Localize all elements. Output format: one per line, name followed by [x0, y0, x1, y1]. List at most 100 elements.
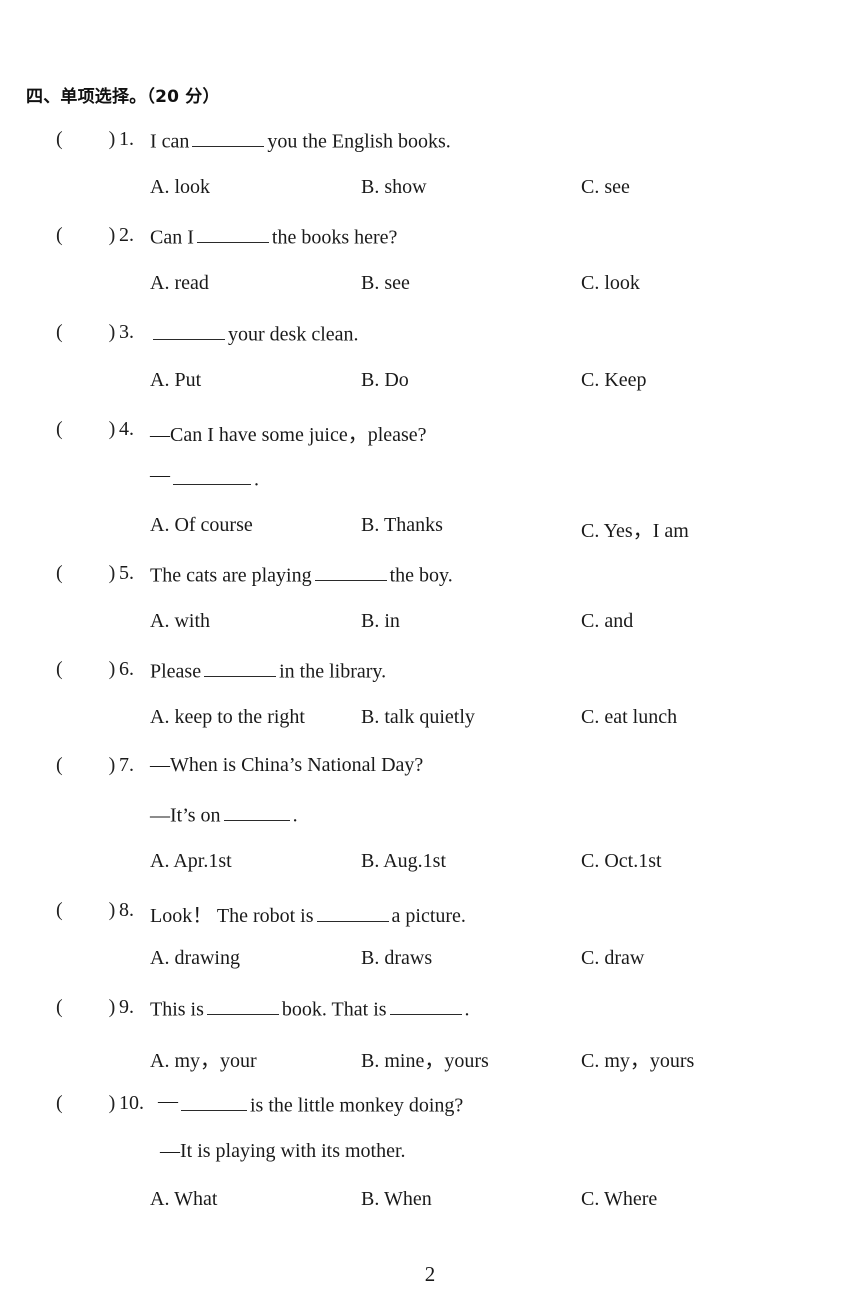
- blank-line: [316, 903, 389, 922]
- question-3-options: A. Put B. Do C. Keep: [0, 369, 860, 417]
- question-7-options: A. Apr.1st B. Aug.1st C. Oct.1st: [0, 850, 860, 898]
- option-b[interactable]: B. see: [361, 272, 410, 295]
- option-b[interactable]: B. in: [361, 610, 400, 633]
- question-10-stem-line: () 10. — is the little monkey doing?: [0, 1090, 860, 1140]
- question-5-stem-line: () 5. The cats are playing the boy.: [0, 562, 860, 610]
- question-2-options: A. read B. see C. look: [0, 272, 860, 320]
- question-6-options: A. keep to the right B. talk quietly C. …: [0, 706, 860, 754]
- question-1: () 1. I can you the English books. A. loo…: [0, 128, 860, 224]
- option-a[interactable]: A. drawing: [150, 947, 240, 970]
- question-6-number: 6.: [119, 658, 134, 680]
- question-2: () 2. Can Ithe books here? A. read B. se…: [0, 224, 860, 320]
- answer-bracket-6[interactable]: (): [56, 658, 115, 681]
- question-7-stem-line: () 7. —When is China’s National Day?: [0, 754, 860, 802]
- em-dash: —: [158, 1090, 178, 1112]
- question-2-stem-line: () 2. Can Ithe books here?: [0, 224, 860, 272]
- blank-line: [173, 466, 251, 486]
- question-7-stem-line2-row: —It’s on.: [0, 802, 860, 850]
- option-b[interactable]: B. Aug.1st: [361, 850, 446, 873]
- option-c[interactable]: C. draw: [581, 947, 644, 970]
- option-a[interactable]: A. my，your: [150, 1044, 257, 1073]
- question-1-stem: I can you the English books.: [150, 128, 451, 153]
- question-3-stem: your desk clean.: [150, 321, 359, 346]
- answer-bracket-1[interactable]: (): [56, 128, 115, 151]
- exam-page: 四、单项选择。（20 分） () 1. I can you the English…: [0, 0, 860, 1307]
- option-b[interactable]: B. show: [361, 176, 427, 199]
- option-a[interactable]: A. look: [150, 176, 210, 199]
- question-3: () 3. your desk clean. A. Put B. Do C. K…: [0, 321, 860, 417]
- question-5-number: 5.: [119, 562, 134, 584]
- question-4: () 4. —Can I have some juice，please? —. …: [0, 418, 860, 562]
- question-5-stem: The cats are playing the boy.: [150, 562, 453, 587]
- option-c[interactable]: C. see: [581, 176, 630, 199]
- answer-bracket-2[interactable]: (): [56, 224, 115, 247]
- blank-line: [181, 1092, 247, 1112]
- blank-line: [206, 996, 279, 1016]
- option-a[interactable]: A. What: [150, 1188, 217, 1211]
- question-7-number: 7.: [119, 754, 134, 776]
- page-number: 2: [424, 1262, 436, 1286]
- question-10-stem-line2: —It is playing with its mother.: [160, 1140, 406, 1162]
- question-6-stem-line: () 6. Please in the library.: [0, 658, 860, 706]
- option-a[interactable]: A. keep to the right: [150, 706, 305, 729]
- option-b[interactable]: B. Thanks: [361, 514, 443, 537]
- question-2-number: 2.: [119, 224, 134, 246]
- em-dash: —: [150, 464, 170, 486]
- question-8-number: 8.: [119, 899, 134, 921]
- question-9-stem: This is book. That is.: [150, 996, 470, 1021]
- question-8-options: A. drawing B. draws C. draw: [0, 947, 860, 995]
- question-10-stem-line1: — is the little monkey doing?: [158, 1090, 464, 1117]
- question-10-stem-line2-row: —It is playing with its mother.: [0, 1140, 860, 1188]
- option-b[interactable]: B. draws: [361, 947, 432, 970]
- blank-line: [389, 996, 462, 1016]
- question-4-number: 4.: [119, 418, 134, 440]
- blank-line: [223, 802, 290, 822]
- option-a[interactable]: A. Of course: [150, 514, 253, 537]
- option-a[interactable]: A. read: [150, 272, 209, 295]
- blank-line: [192, 128, 265, 148]
- question-4-stem-line2: —.: [150, 464, 259, 491]
- option-c[interactable]: C. Where: [581, 1188, 657, 1211]
- option-b[interactable]: B. mine，yours: [361, 1044, 489, 1073]
- answer-bracket-4[interactable]: (): [56, 418, 115, 441]
- question-5: () 5. The cats are playing the boy. A. wi…: [0, 562, 860, 658]
- question-4-stem-line1: —Can I have some juice，please?: [150, 424, 427, 446]
- question-3-number: 3.: [119, 321, 134, 343]
- blank-line: [204, 658, 277, 678]
- answer-bracket-7[interactable]: (): [56, 754, 115, 777]
- question-2-stem: Can Ithe books here?: [150, 224, 397, 249]
- option-b[interactable]: B. Do: [361, 369, 409, 392]
- question-9-stem-line: () 9. This is book. That is.: [0, 996, 860, 1044]
- question-8-stem: Look！ The robot is a picture.: [150, 899, 466, 928]
- option-a[interactable]: A. Put: [150, 369, 201, 392]
- question-8: () 8. Look！ The robot is a picture. A. dr…: [0, 899, 860, 995]
- blank-line: [314, 562, 387, 582]
- question-10: () 10. — is the little monkey doing? —It …: [0, 1090, 860, 1236]
- option-c[interactable]: C. Yes，I am: [581, 514, 689, 543]
- option-c[interactable]: C. look: [581, 272, 640, 295]
- option-c[interactable]: C. eat lunch: [581, 706, 677, 729]
- option-c[interactable]: C. and: [581, 610, 633, 633]
- question-1-stem-line: () 1. I can you the English books.: [0, 128, 860, 176]
- question-7-stem-line1: —When is China’s National Day?: [150, 754, 424, 776]
- answer-bracket-3[interactable]: (): [56, 321, 115, 344]
- question-7-stem-line2: —It’s on.: [150, 802, 298, 827]
- option-c[interactable]: C. Keep: [581, 369, 647, 392]
- answer-bracket-9[interactable]: (): [56, 996, 115, 1019]
- section-heading: 四、单项选择。（20 分）: [26, 87, 220, 107]
- blank-line: [153, 321, 225, 341]
- answer-bracket-10[interactable]: (): [56, 1092, 115, 1115]
- question-5-options: A. with B. in C. and: [0, 610, 860, 658]
- answer-bracket-5[interactable]: (): [56, 562, 115, 585]
- option-c[interactable]: C. Oct.1st: [581, 850, 662, 873]
- option-a[interactable]: A. with: [150, 610, 210, 633]
- question-8-stem-line: () 8. Look！ The robot is a picture.: [0, 899, 860, 947]
- option-a[interactable]: A. Apr.1st: [150, 850, 232, 873]
- option-c[interactable]: C. my，yours: [581, 1044, 694, 1073]
- question-4-stem-line: () 4. —Can I have some juice，please?: [0, 418, 860, 466]
- question-10-options: A. What B. When C. Where: [0, 1188, 860, 1236]
- option-b[interactable]: B. talk quietly: [361, 706, 475, 729]
- option-b[interactable]: B. When: [361, 1188, 432, 1211]
- answer-bracket-8[interactable]: (): [56, 899, 115, 922]
- question-3-stem-line: () 3. your desk clean.: [0, 321, 860, 369]
